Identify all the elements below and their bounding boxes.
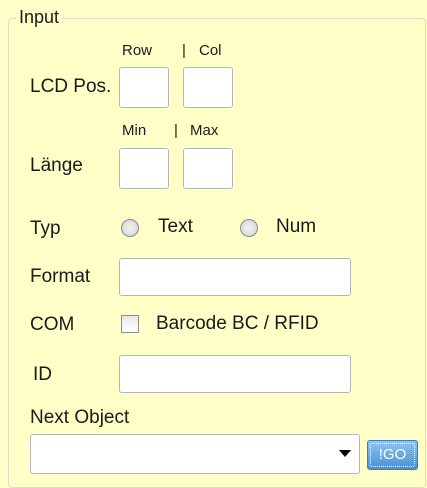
chevron-down-icon[interactable] <box>339 450 351 457</box>
focus-outline <box>370 443 415 467</box>
laenge-max-input[interactable] <box>183 148 233 189</box>
lcd-pos-label: LCD Pos. <box>30 76 112 97</box>
radio-num[interactable] <box>240 219 258 237</box>
id-label: ID <box>33 364 52 385</box>
typ-label: Typ <box>30 218 61 239</box>
next-object-label: Next Object <box>30 407 130 428</box>
lcd-col-input[interactable] <box>183 67 233 108</box>
barcode-checkbox[interactable] <box>121 315 139 333</box>
header-separator: | <box>182 42 186 59</box>
next-object-dropdown[interactable] <box>30 434 360 474</box>
id-input[interactable] <box>119 355 351 393</box>
row-header: Row <box>122 42 153 59</box>
barcode-checkbox-label[interactable]: Barcode BC / RFID <box>156 313 319 335</box>
header-separator: | <box>174 122 178 139</box>
format-label: Format <box>30 266 91 287</box>
lcd-row-input[interactable] <box>119 67 169 108</box>
radio-num-label[interactable]: Num <box>276 216 316 238</box>
input-panel: Input Row | Col LCD Pos. Min | Max Länge… <box>0 0 427 488</box>
laenge-min-input[interactable] <box>119 148 169 189</box>
radio-text[interactable] <box>121 219 139 237</box>
go-button[interactable]: !GO <box>367 440 418 470</box>
laenge-label: Länge <box>30 155 83 176</box>
min-header: Min <box>122 122 147 139</box>
group-title: Input <box>16 6 63 28</box>
max-header: Max <box>190 122 219 139</box>
radio-text-label[interactable]: Text <box>158 216 193 238</box>
format-input[interactable] <box>119 258 351 296</box>
col-header: Col <box>199 42 222 59</box>
com-label: COM <box>30 314 75 335</box>
